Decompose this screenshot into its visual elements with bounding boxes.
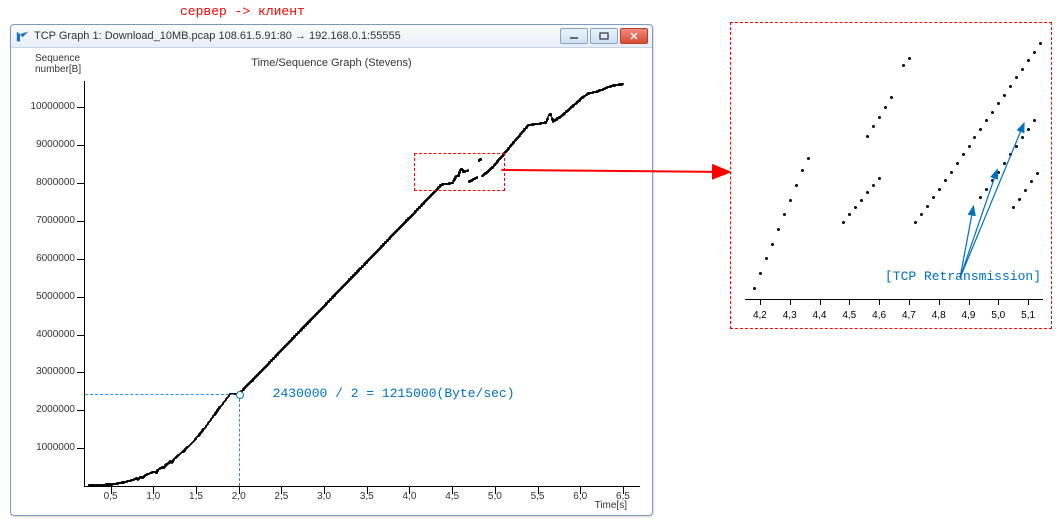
zoom-x-tick-label: 5,1 <box>1021 310 1035 321</box>
zoom-panel: 4,24,34,44,54,64,74,84,95,05,1 [TCP Retr… <box>730 22 1052 329</box>
zoom-x-tick-label: 4,9 <box>962 310 976 321</box>
plot-area[interactable]: Time/Sequence Graph (Stevens) Sequencenu… <box>11 47 652 515</box>
y-tick-label: 2000000 <box>20 404 75 415</box>
x-tick-label: 5,0 <box>488 491 502 502</box>
zoom-x-tick-label: 4,6 <box>872 310 886 321</box>
zoom-x-tick-label: 4,3 <box>783 310 797 321</box>
axes: 1000000200000030000004000000500000060000… <box>84 81 640 487</box>
zoom-x-tick-label: 4,2 <box>753 310 767 321</box>
x-tick-label: 5,5 <box>531 491 545 502</box>
x-tick-label: 2,0 <box>232 491 246 502</box>
y-tick-label: 7000000 <box>20 215 75 226</box>
x-tick-label: 2,5 <box>274 491 288 502</box>
y-tick-label: 5000000 <box>20 291 75 302</box>
tcp-graph-window: TCP Graph 1: Download_10MB.pcap 108.61.5… <box>10 24 653 516</box>
direction-note: сервер -> клиент <box>180 4 305 19</box>
x-tick-label: 4,0 <box>403 491 417 502</box>
y-tick-label: 8000000 <box>20 177 75 188</box>
wireshark-icon <box>16 30 29 43</box>
window-buttons <box>558 28 648 44</box>
zoom-rect <box>414 153 506 191</box>
plot-title: Time/Sequence Graph (Stevens) <box>11 57 652 69</box>
marker-point <box>236 391 244 399</box>
x-tick-label: 6,0 <box>573 491 587 502</box>
minimize-button[interactable] <box>560 28 588 44</box>
maximize-button[interactable] <box>590 28 618 44</box>
x-tick-label: 3,5 <box>360 491 374 502</box>
zoom-x-tick-label: 4,7 <box>902 310 916 321</box>
x-tick-label: 3,0 <box>317 491 331 502</box>
titlebar[interactable]: TCP Graph 1: Download_10MB.pcap 108.61.5… <box>11 25 652 48</box>
x-tick-label: 4,5 <box>445 491 459 502</box>
y-tick-label: 6000000 <box>20 253 75 264</box>
zoom-axes: 4,24,34,44,54,64,74,84,95,05,1 <box>745 31 1043 300</box>
canvas: сервер -> клиент TCP Graph 1: Download_1… <box>0 0 1063 519</box>
y-tick-label: 9000000 <box>20 139 75 150</box>
x-tick-label: 1,0 <box>146 491 160 502</box>
zoom-x-tick-label: 4,4 <box>813 310 827 321</box>
zoom-x-tick-label: 4,5 <box>842 310 856 321</box>
retransmission-label: [TCP Retransmission] <box>885 269 1041 284</box>
zoom-x-tick-label: 5,0 <box>991 310 1005 321</box>
y-tick-label: 4000000 <box>20 329 75 340</box>
x-tick-label: 1,5 <box>189 491 203 502</box>
close-button[interactable] <box>620 28 648 44</box>
window-title: TCP Graph 1: Download_10MB.pcap 108.61.5… <box>34 25 558 47</box>
zoom-x-tick-label: 4,8 <box>932 310 946 321</box>
y-tick-label: 10000000 <box>20 101 75 112</box>
guide-horizontal <box>85 394 239 395</box>
x-tick-label: 0,5 <box>104 491 118 502</box>
x-tick-label: 6,5 <box>616 491 630 502</box>
guide-vertical <box>239 394 240 486</box>
throughput-calc: 2430000 / 2 = 1215000(Byte/sec) <box>273 386 515 401</box>
y-tick-label: 1000000 <box>20 442 75 453</box>
y-tick-label: 3000000 <box>20 366 75 377</box>
y-axis-label: Sequencenumber[B] <box>35 53 81 75</box>
